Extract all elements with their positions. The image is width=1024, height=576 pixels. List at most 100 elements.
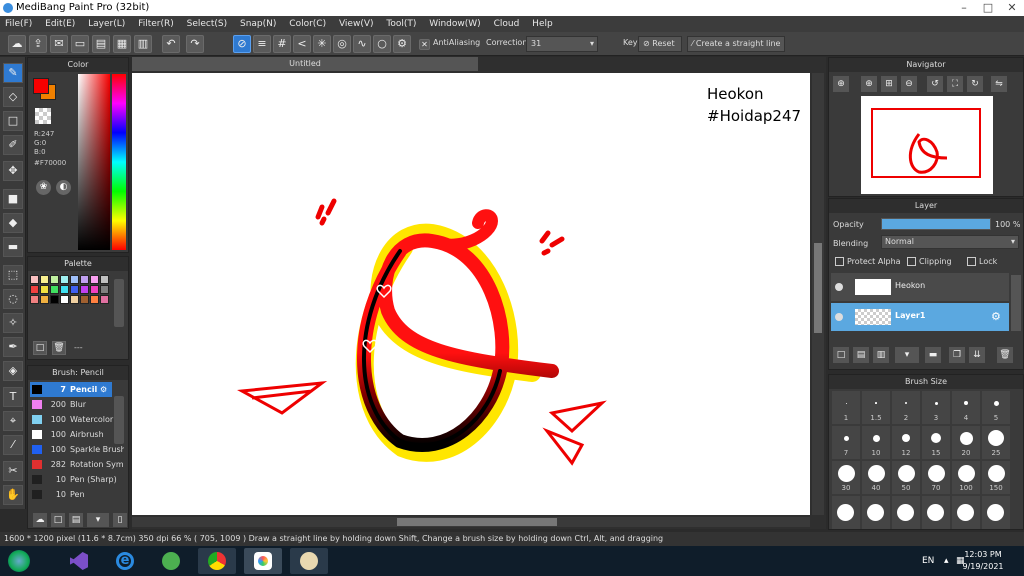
brush-size-cell[interactable]: 50 [892, 461, 920, 494]
opacity-slider[interactable] [881, 218, 991, 230]
layer-row-layer1[interactable]: Layer1 ⚙ [831, 303, 1009, 331]
cloud-icon[interactable]: ☁ [8, 35, 26, 53]
new-palette-icon[interactable]: □ [33, 341, 47, 355]
reset-button[interactable]: ⊘ Reset [638, 36, 682, 52]
color-picker-icon[interactable]: ◐ [56, 180, 71, 195]
palette-swatch[interactable] [70, 285, 79, 294]
zoom-in-icon[interactable]: ⊕ [833, 76, 849, 92]
brush-item[interactable]: 282 Rotation Symmetry [30, 457, 124, 472]
brush-size-cell[interactable]: 25 [982, 426, 1010, 459]
undo-icon[interactable]: ↶ [162, 35, 180, 53]
menu-select[interactable]: Select(S) [182, 16, 233, 32]
brush-size-cell[interactable] [832, 496, 860, 529]
clipping-checkbox[interactable] [907, 257, 916, 266]
brush-size-cell[interactable] [952, 496, 980, 529]
magic-wand-icon[interactable]: ✧ [3, 313, 23, 333]
trash-icon[interactable]: 🗑 [997, 347, 1013, 363]
bucket-tool-icon[interactable]: ◆ [3, 213, 23, 233]
brush-size-cell[interactable]: 70 [922, 461, 950, 494]
navigator-preview[interactable] [861, 96, 993, 194]
layer-row-heokon[interactable]: Heokon [831, 273, 1009, 301]
brush-item[interactable]: 100 Sparkle Brush [30, 442, 124, 457]
brush-size-cell[interactable] [922, 496, 950, 529]
trash-icon[interactable]: 🗑 [52, 341, 66, 355]
folder-icon[interactable]: ▬ [925, 347, 941, 363]
radial-snap-icon[interactable]: ✳ [313, 35, 331, 53]
palette-swatch[interactable] [100, 275, 109, 284]
menu-edit[interactable]: Edit(E) [40, 16, 80, 32]
snap-off-icon[interactable]: ⊘ [233, 35, 251, 53]
close-icon[interactable]: ✕ [1000, 0, 1024, 16]
new-8bit-layer-icon[interactable]: ▥ [873, 347, 889, 363]
brush-size-cell[interactable]: 7 [832, 426, 860, 459]
medibang-icon[interactable] [244, 548, 282, 574]
hue-slider[interactable] [112, 74, 126, 250]
brush-tool-icon[interactable]: ✎ [3, 63, 23, 83]
new-layer-icon[interactable]: □ [833, 347, 849, 363]
brush-size-cell[interactable] [862, 496, 890, 529]
eraser-tool-icon[interactable]: ◇ [3, 87, 23, 107]
palette-swatch[interactable] [80, 285, 89, 294]
snap-settings-icon[interactable]: ⚙ [393, 35, 411, 53]
visual-studio-icon[interactable] [60, 548, 98, 574]
chrome-icon[interactable] [198, 548, 236, 574]
brush-size-cell[interactable] [892, 496, 920, 529]
comment-icon[interactable]: ✉ [50, 35, 68, 53]
menu-view[interactable]: View(V) [334, 16, 379, 32]
vertical-scrollbar[interactable] [812, 73, 824, 515]
text-tool-icon[interactable]: T [3, 387, 23, 407]
palette-swatch[interactable] [60, 295, 69, 304]
pages-icon[interactable]: ▦ [113, 35, 131, 53]
zoom-out-icon[interactable]: ⊖ [901, 76, 917, 92]
menu-filter[interactable]: Filter(R) [133, 16, 179, 32]
gear-icon[interactable]: ⚙ [100, 382, 107, 397]
rectangle-tool-icon[interactable]: □ [3, 111, 23, 131]
protect-alpha-checkbox[interactable] [835, 257, 844, 266]
correction-select[interactable]: 31 ▾ [526, 36, 598, 52]
menu-snap[interactable]: Snap(N) [235, 16, 281, 32]
paint-icon[interactable] [290, 548, 328, 574]
palette-swatch[interactable] [100, 295, 109, 304]
palette-swatch[interactable] [30, 295, 39, 304]
brush-item[interactable]: 10 Pen (Sharp) [30, 472, 117, 487]
color-wheel-icon[interactable]: ❀ [36, 180, 51, 195]
new-halftone-layer-icon[interactable]: ▤ [853, 347, 869, 363]
tray-arrow-icon[interactable]: ▴ [944, 556, 949, 566]
merge-layer-icon[interactable]: ⇊ [969, 347, 985, 363]
palette-swatch[interactable] [100, 285, 109, 294]
zoom-in-small-icon[interactable]: ⊕ [861, 76, 877, 92]
add-brush-cloud-icon[interactable]: ☁ [33, 513, 47, 527]
transparent-color-swatch[interactable] [35, 108, 51, 124]
menu-cloud[interactable]: Cloud [489, 16, 525, 32]
palette-swatch[interactable] [50, 285, 59, 294]
menu-file[interactable]: File(F) [0, 16, 37, 32]
select-eraser-icon[interactable]: ◈ [3, 361, 23, 381]
gradient-tool-icon[interactable]: ▬ [3, 237, 23, 257]
menu-tool[interactable]: Tool(T) [381, 16, 421, 32]
fit-icon[interactable]: ⊞ [881, 76, 897, 92]
grid-snap-icon[interactable]: # [273, 35, 291, 53]
brush-delete-icon[interactable]: ▯ [113, 513, 127, 527]
select-pen-icon[interactable]: ✒ [3, 337, 23, 357]
hand-tool-icon[interactable]: ✋ [3, 485, 23, 505]
drawing-canvas[interactable]: Heokon #Hoidap247 [132, 73, 810, 515]
eye-icon[interactable] [835, 313, 843, 321]
new-brush-icon[interactable]: □ [51, 513, 65, 527]
minimize-icon[interactable]: – [952, 0, 976, 16]
palette-swatch[interactable] [60, 275, 69, 284]
menu-layer[interactable]: Layer(L) [83, 16, 130, 32]
layer-scrollbar[interactable] [1011, 275, 1021, 331]
palette-swatch[interactable] [90, 275, 99, 284]
brush-item[interactable]: 100 Watercolor [30, 412, 113, 427]
ie-icon[interactable]: e [106, 548, 144, 574]
curve-snap-icon[interactable]: ∿ [353, 35, 371, 53]
document-icon[interactable]: ▥ [134, 35, 152, 53]
brush-size-cell[interactable]: 1 [832, 391, 860, 424]
palette-swatch[interactable] [30, 275, 39, 284]
lasso-tool-icon[interactable]: ◌ [3, 289, 23, 309]
pen-tool-icon[interactable]: ✐ [3, 135, 23, 155]
brush-size-cell[interactable]: 15 [922, 426, 950, 459]
language-indicator[interactable]: EN [922, 556, 934, 566]
coccoc-icon[interactable] [152, 548, 190, 574]
brush-size-cell[interactable]: 1.5 [862, 391, 890, 424]
